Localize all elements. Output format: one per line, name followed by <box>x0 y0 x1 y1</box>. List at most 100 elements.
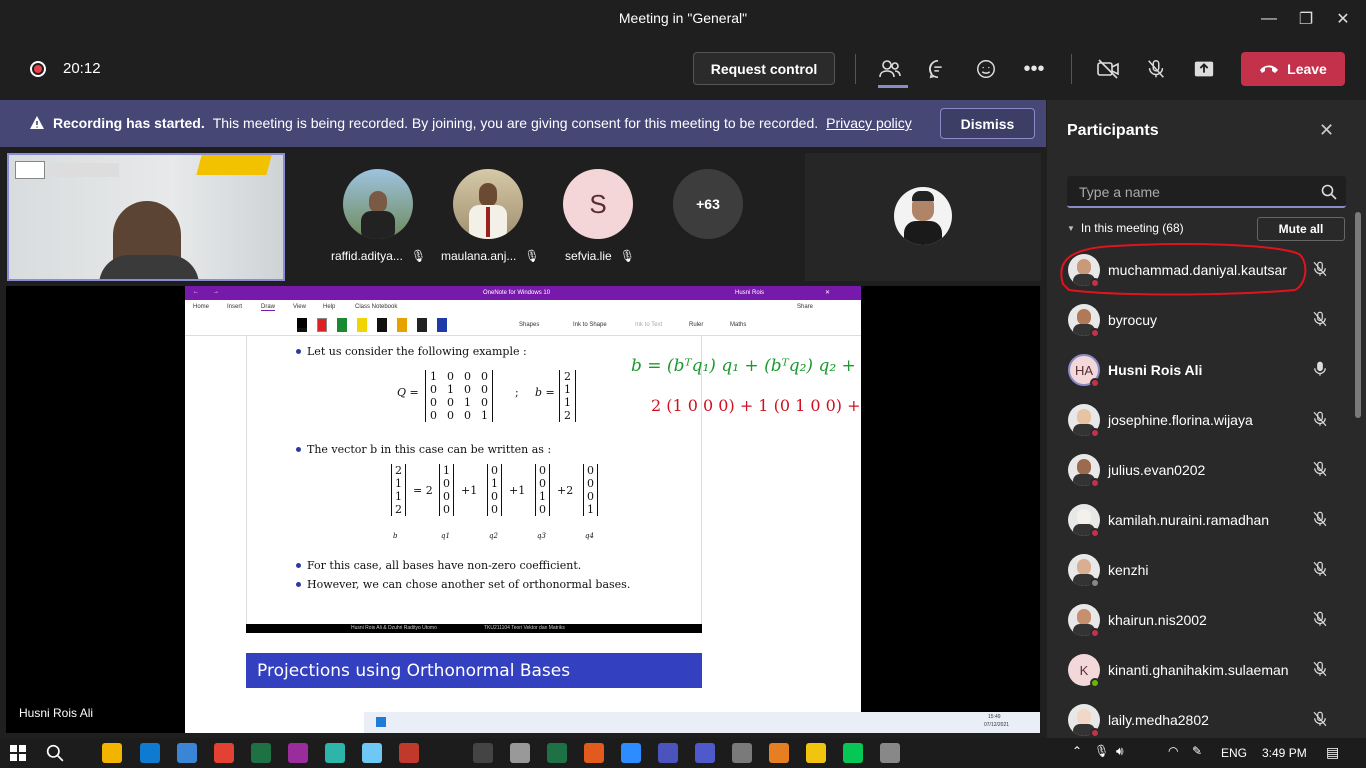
draw-ribbon: Shapes Ink to Shape Ink to Text Ruler Ma… <box>185 314 861 336</box>
in-meeting-section[interactable]: ▼ In this meeting (68) <box>1067 221 1184 235</box>
share-tray-button[interactable] <box>1186 52 1222 86</box>
ruler-label[interactable]: Ruler <box>689 322 703 328</box>
matrix-cell: 0 <box>430 409 437 422</box>
excel-icon[interactable] <box>547 743 567 763</box>
presenter-video-tile[interactable] <box>7 153 285 281</box>
line-icon[interactable] <box>843 743 863 763</box>
vector-entry: 0 <box>587 477 594 490</box>
participant-row[interactable]: julius.evan0202 <box>1047 447 1366 497</box>
dismiss-button[interactable]: Dismiss <box>940 108 1035 139</box>
tab-home[interactable]: Home <box>193 304 209 310</box>
language-indicator[interactable]: ENG <box>1221 746 1247 760</box>
store-icon[interactable] <box>177 743 197 763</box>
column-vector: 1000 <box>439 464 454 516</box>
avatar-sefvia[interactable]: S <box>563 169 633 239</box>
participant-row[interactable]: josephine.florina.wijaya <box>1047 397 1366 447</box>
powerpoint-icon[interactable] <box>584 743 604 763</box>
participant-row[interactable]: kamilah.nuraini.ramadhan <box>1047 497 1366 547</box>
vector-entry: 1 <box>539 490 546 503</box>
mic-button[interactable] <box>1138 52 1174 86</box>
tab-insert[interactable]: Insert <box>227 304 242 310</box>
pen-blue[interactable] <box>437 318 447 332</box>
avatar-maulana[interactable] <box>453 169 523 239</box>
tab-draw[interactable]: Draw <box>261 304 276 311</box>
app-4-icon[interactable] <box>769 743 789 763</box>
avatar-face <box>1077 459 1091 475</box>
app-5-icon[interactable] <box>806 743 826 763</box>
notepad-icon[interactable] <box>362 743 382 763</box>
privacy-policy-link[interactable]: Privacy policy <box>826 115 912 131</box>
matrix-cell: 0 <box>464 383 471 396</box>
back-arrow-icon[interactable]: ← <box>193 289 199 295</box>
mic-off-icon <box>1311 509 1331 531</box>
participant-search[interactable]: Type a name <box>1067 176 1346 208</box>
presence-status-icon <box>1090 728 1100 738</box>
panel-scrollbar[interactable] <box>1355 212 1361 418</box>
zoom-icon[interactable] <box>621 743 641 763</box>
close-icon[interactable]: ✕ <box>825 289 830 296</box>
people-icon <box>879 60 901 78</box>
system-clock[interactable]: 3:49 PM <box>1262 746 1307 760</box>
hang-up-icon <box>1260 65 1279 73</box>
edge-icon[interactable] <box>140 743 160 763</box>
pen-red[interactable] <box>317 318 327 332</box>
chevron-down-icon: ▼ <box>1067 223 1075 233</box>
participant-row[interactable]: khairun.nis2002 <box>1047 597 1366 647</box>
terminal-icon[interactable] <box>473 743 493 763</box>
mic-tray-icon[interactable]: 🎙︎ <box>1094 744 1109 758</box>
pen-black[interactable] <box>297 318 307 332</box>
leave-button[interactable]: Leave <box>1241 52 1345 86</box>
participant-row[interactable]: HA Husni Rois Ali <box>1047 347 1366 397</box>
logo-strip <box>49 163 119 177</box>
maths-label[interactable]: Maths <box>730 322 746 328</box>
participant-row[interactable]: kenzhi <box>1047 547 1366 597</box>
ink-to-shape-label[interactable]: Ink to Shape <box>573 322 607 328</box>
app-3-icon[interactable] <box>732 743 752 763</box>
pen-yellow[interactable] <box>357 318 367 332</box>
shapes-label[interactable]: Shapes <box>519 322 539 328</box>
pen-tray-icon[interactable]: ✎ <box>1192 744 1202 758</box>
audition-icon[interactable] <box>251 743 271 763</box>
audio-icon[interactable] <box>510 743 530 763</box>
overflow-participants[interactable]: +63 <box>673 169 743 239</box>
reactions-button[interactable] <box>968 52 1004 86</box>
tab-view[interactable]: View <box>293 304 306 310</box>
close-panel-icon[interactable]: ✕ <box>1319 120 1334 141</box>
chevron-up-icon[interactable]: ⌃ <box>1072 744 1082 758</box>
pen-black-2[interactable] <box>377 318 387 332</box>
ink-to-text-label[interactable]: Ink to Text <box>635 322 662 328</box>
presence-status-icon <box>1090 378 1100 388</box>
notifications-icon[interactable]: ▤ <box>1326 744 1339 761</box>
chat-button[interactable] <box>920 52 956 86</box>
close-window-button[interactable]: ✕ <box>1320 0 1366 38</box>
mute-all-button[interactable]: Mute all <box>1257 217 1345 241</box>
participant-row[interactable]: Kkinanti.ghanihakim.sulaeman <box>1047 647 1366 697</box>
presence-status-icon <box>1090 678 1100 688</box>
windows-start-icon[interactable] <box>10 745 26 761</box>
app-icon[interactable] <box>399 743 419 763</box>
tab-class-notebook[interactable]: Class Notebook <box>355 304 397 310</box>
participant-row[interactable]: byrocuy <box>1047 297 1366 347</box>
request-control-button[interactable]: Request control <box>693 52 835 85</box>
wifi-icon[interactable]: ◠ <box>1168 744 1178 758</box>
app-6-icon[interactable] <box>880 743 900 763</box>
volume-icon[interactable]: 🔊︎ <box>1116 744 1124 759</box>
avatar-raffid[interactable] <box>343 169 413 239</box>
participants-button[interactable] <box>872 52 908 86</box>
search-icon[interactable] <box>46 744 64 762</box>
teams-icon[interactable] <box>695 743 715 763</box>
more-actions-button[interactable]: ••• <box>1016 52 1052 86</box>
logo-banner <box>196 155 272 175</box>
tab-help[interactable]: Help <box>323 304 335 310</box>
forward-arrow-icon[interactable]: → <box>213 289 219 295</box>
chrome-icon[interactable] <box>214 743 234 763</box>
file-explorer-icon[interactable] <box>102 743 122 763</box>
share-label[interactable]: Share <box>797 304 813 310</box>
pen-green[interactable] <box>337 318 347 332</box>
pen-orange[interactable] <box>397 318 407 332</box>
app-2-icon[interactable] <box>658 743 678 763</box>
pen-dark[interactable] <box>417 318 427 332</box>
camera-button[interactable] <box>1090 52 1126 86</box>
premiere-icon[interactable] <box>288 743 308 763</box>
power-automate-icon[interactable] <box>325 743 345 763</box>
